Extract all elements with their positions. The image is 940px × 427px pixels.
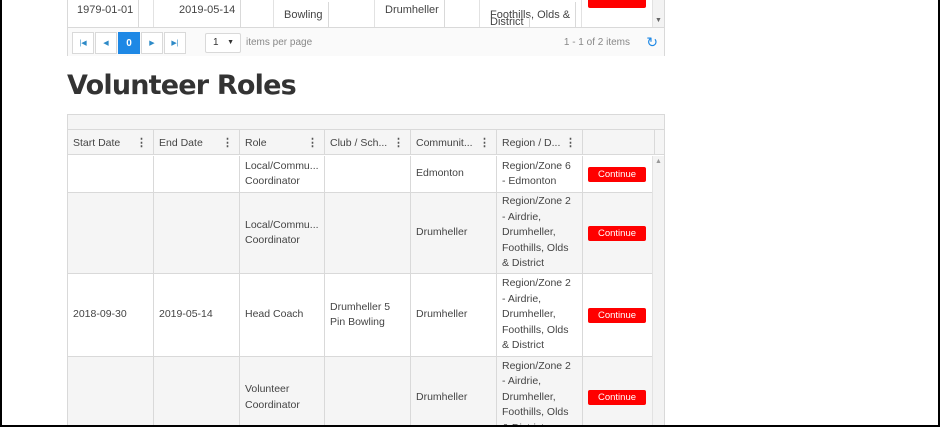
page-size-label: items per page <box>246 37 313 48</box>
column-header-action <box>583 130 655 155</box>
action-cell: Continue <box>583 274 654 356</box>
scroll-down-icon[interactable]: ▼ <box>655 17 662 24</box>
club-cell <box>325 193 411 273</box>
club-cell: Drumheller 5 Pin Bowling <box>325 274 411 356</box>
role-cell: Local/Commu... Coordinator <box>240 156 325 192</box>
continue-button[interactable]: Continue <box>588 166 646 182</box>
end-date-cell <box>154 156 240 192</box>
community-cell: Drumheller <box>411 274 497 356</box>
previous-region-line-2: District <box>485 16 530 27</box>
start-date-cell <box>68 193 154 273</box>
column-menu-icon[interactable]: ⋮ <box>479 136 490 149</box>
column-menu-icon[interactable]: ⋮ <box>565 136 576 149</box>
table-row[interactable]: Volunteer Coordinator Drumheller Region/… <box>68 357 654 426</box>
column-header-role[interactable]: Role ⋮ <box>240 130 325 155</box>
prev-page-icon[interactable]: ◀ <box>95 32 117 54</box>
previous-continue-button[interactable] <box>588 0 646 8</box>
grid-scrollbar[interactable]: ▲ <box>652 156 664 426</box>
end-date-cell: 2019-05-14 <box>154 274 240 356</box>
previous-community: Drumheller <box>380 0 445 27</box>
column-header-community[interactable]: Communit... ⋮ <box>411 130 497 155</box>
page-size-value: 1 <box>213 37 219 48</box>
previous-grid-row: 1979-01-01 2019-05-14 Bowling Drumheller… <box>68 0 654 27</box>
next-page-icon[interactable]: ▶ <box>141 32 163 54</box>
pager: |◀ ◀ 0 ▶ ▶| 1 ▼ items per page 1 - 1 of … <box>68 27 664 56</box>
action-cell: Continue <box>583 156 654 192</box>
club-cell <box>325 357 411 426</box>
table-row[interactable]: Local/Commu... Coordinator Edmonton Regi… <box>68 156 654 193</box>
previous-grid: 1979-01-01 2019-05-14 Bowling Drumheller… <box>67 0 665 56</box>
region-cell: Region/Zone 6 - Edmonton <box>497 156 583 192</box>
last-page-icon[interactable]: ▶| <box>164 32 186 54</box>
table-row[interactable]: 2018-09-30 2019-05-14 Head Coach Drumhel… <box>68 274 654 357</box>
pager-info: 1 - 1 of 2 items <box>563 37 630 48</box>
start-date-cell: 2018-09-30 <box>68 274 154 356</box>
current-page-button[interactable]: 0 <box>118 32 140 54</box>
first-page-icon[interactable]: |◀ <box>72 32 94 54</box>
table-row[interactable]: Local/Commu... Coordinator Drumheller Re… <box>68 193 654 274</box>
start-date-cell <box>68 156 154 192</box>
action-cell: Continue <box>583 193 654 273</box>
previous-start-date: 1979-01-01 <box>72 0 140 27</box>
column-header-club[interactable]: Club / Sch... ⋮ <box>325 130 411 155</box>
region-cell: Region/Zone 2 - Airdrie, Drumheller, Foo… <box>497 357 583 426</box>
continue-button[interactable]: Continue <box>588 307 646 323</box>
role-cell: Local/Commu... Coordinator <box>240 193 325 273</box>
community-cell: Edmonton <box>411 156 497 192</box>
volunteer-roles-grid: Start Date ⋮ End Date ⋮ Role ⋮ Club / Sc… <box>67 114 665 427</box>
grid-header: Start Date ⋮ End Date ⋮ Role ⋮ Club / Sc… <box>68 130 664 155</box>
role-cell: Head Coach <box>240 274 325 356</box>
continue-button[interactable]: Continue <box>588 225 646 241</box>
column-menu-icon[interactable]: ⋮ <box>393 136 404 149</box>
start-date-cell <box>68 357 154 426</box>
previous-end-date: 2019-05-14 <box>174 0 242 27</box>
chevron-down-icon: ▼ <box>227 39 234 46</box>
column-menu-icon[interactable]: ⋮ <box>136 136 147 149</box>
column-menu-icon[interactable]: ⋮ <box>307 136 318 149</box>
role-cell: Volunteer Coordinator <box>240 357 325 426</box>
continue-button[interactable]: Continue <box>588 390 646 405</box>
scroll-up-icon[interactable]: ▲ <box>655 158 662 165</box>
section-title: Volunteer Roles <box>67 70 297 101</box>
column-header-region[interactable]: Region / D... ⋮ <box>497 130 583 155</box>
community-cell: Drumheller <box>411 193 497 273</box>
region-cell: Region/Zone 2 - Airdrie, Drumheller, Foo… <box>497 274 583 356</box>
end-date-cell <box>154 193 240 273</box>
column-header-end-date[interactable]: End Date ⋮ <box>154 130 240 155</box>
page-size-select[interactable]: 1 ▼ <box>205 33 241 53</box>
end-date-cell <box>154 357 240 426</box>
grid-body: Local/Commu... Coordinator Edmonton Regi… <box>68 156 654 426</box>
refresh-icon[interactable]: ↻ <box>646 34 658 51</box>
action-cell: Continue <box>583 357 654 426</box>
previous-club: Bowling <box>279 2 329 27</box>
column-menu-icon[interactable]: ⋮ <box>222 136 233 149</box>
grid-toolbar <box>68 115 664 130</box>
column-header-start-date[interactable]: Start Date ⋮ <box>68 130 154 155</box>
region-cell: Region/Zone 2 - Airdrie, Drumheller, Foo… <box>497 193 583 273</box>
club-cell <box>325 156 411 192</box>
previous-grid-scrollbar[interactable]: ▼ <box>652 0 664 27</box>
community-cell: Drumheller <box>411 357 497 426</box>
